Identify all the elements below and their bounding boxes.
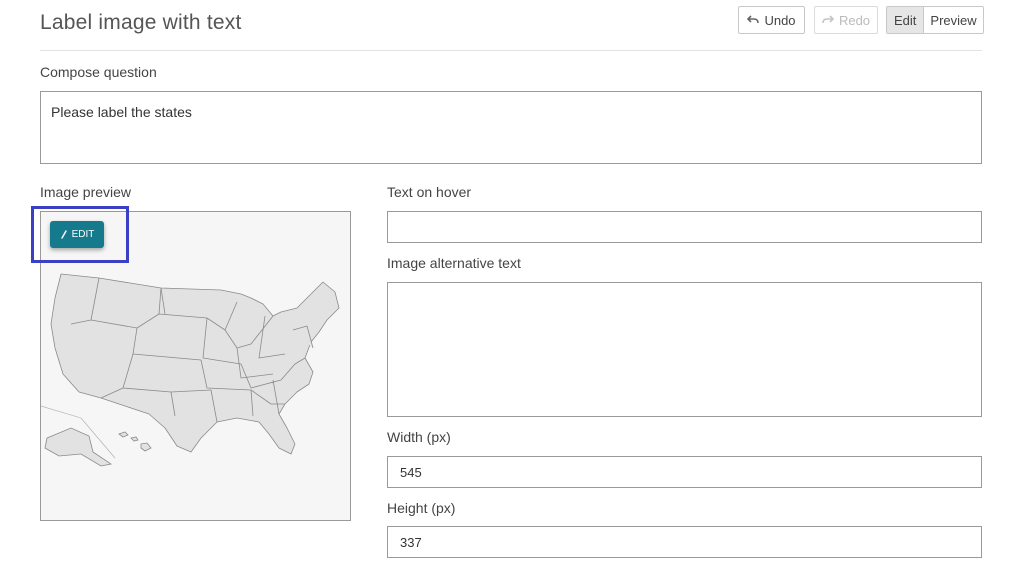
undo-label: Undo <box>764 12 796 28</box>
header-divider <box>40 50 982 51</box>
us-map-image <box>41 273 340 467</box>
alt-text-label: Image alternative text <box>387 255 521 271</box>
height-input[interactable]: 337 <box>387 526 982 558</box>
compose-question-editor[interactable]: Please label the states <box>40 91 982 164</box>
tab-edit[interactable]: Edit <box>887 7 925 33</box>
tab-preview[interactable]: Preview <box>924 7 983 33</box>
redo-label: Redo <box>838 12 871 28</box>
redo-icon <box>822 15 834 24</box>
redo-button[interactable]: Redo <box>814 6 878 34</box>
height-label: Height (px) <box>387 500 456 516</box>
compose-question-label: Compose question <box>40 64 157 80</box>
alt-text-textarea[interactable] <box>387 282 982 417</box>
mode-toggle: Edit Preview <box>886 6 984 34</box>
undo-icon <box>747 15 760 24</box>
page-title: Label image with text <box>40 11 242 34</box>
undo-button[interactable]: Undo <box>738 6 805 34</box>
width-label: Width (px) <box>387 429 451 445</box>
text-on-hover-input[interactable] <box>387 211 982 243</box>
edit-button-highlight <box>31 206 129 263</box>
text-on-hover-label: Text on hover <box>387 184 472 200</box>
image-preview-label: Image preview <box>40 184 132 200</box>
width-input[interactable]: 545 <box>387 456 982 488</box>
